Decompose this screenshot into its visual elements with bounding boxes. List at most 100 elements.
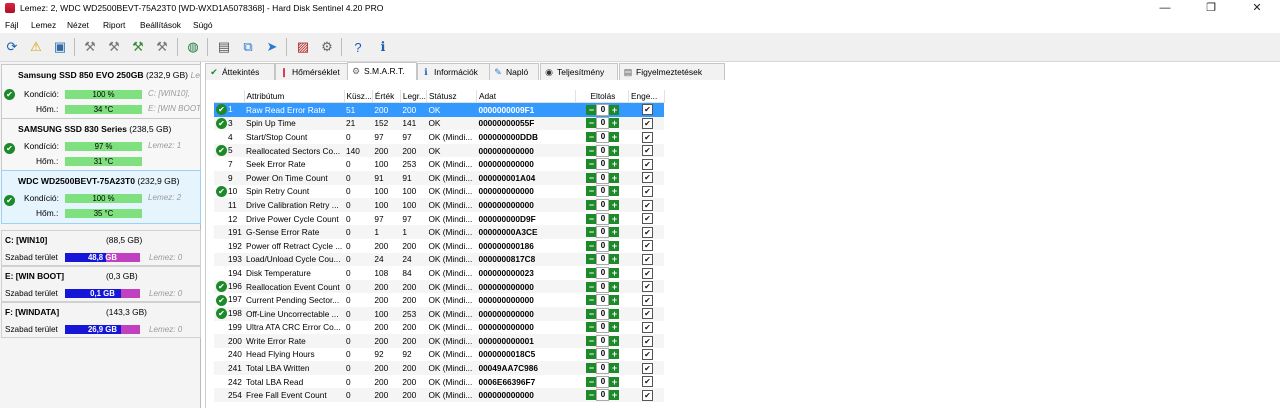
column-header[interactable]: Státusz bbox=[426, 90, 477, 103]
table-row[interactable]: 12 Drive Power Cycle Count 0 97 97 OK (Mindi.… bbox=[214, 212, 664, 226]
table-row[interactable]: ✔ 10 Spin Retry Count 0 100 100 OK (Mindi... 00… bbox=[214, 185, 664, 199]
offset-field[interactable]: 0 bbox=[596, 266, 610, 279]
offset-field[interactable]: 0 bbox=[596, 375, 610, 388]
decrease-offset-button[interactable]: − bbox=[586, 159, 597, 170]
increase-offset-button[interactable]: + bbox=[609, 308, 620, 319]
offset-field[interactable]: 0 bbox=[596, 226, 610, 239]
volume-item-f[interactable]: F: [WINDATA] (143,3 GB) Szabad terület 2… bbox=[1, 302, 201, 338]
column-header[interactable]: Enge... bbox=[628, 90, 665, 103]
enabled-checkbox[interactable]: ✔ bbox=[641, 321, 653, 333]
table-row[interactable]: ✔ 5 Reallocated Sectors Co... 140 200 200 OK 00… bbox=[214, 143, 665, 158]
increase-offset-button[interactable]: + bbox=[609, 322, 620, 333]
enabled-checkbox[interactable]: ✔ bbox=[641, 253, 653, 265]
table-row[interactable]: ✔ 1 Raw Read Error Rate 51 200 200 OK 000000000… bbox=[214, 102, 665, 117]
disk-test-icon-2[interactable]: ⚒ bbox=[105, 38, 123, 56]
offset-field[interactable]: 0 bbox=[596, 294, 610, 307]
menu-view[interactable]: Nézet bbox=[67, 20, 89, 30]
menu-settings[interactable]: Beállítások bbox=[140, 20, 181, 30]
table-row[interactable]: 240 Head Flying Hours 0 92 92 OK (Mindi... 000… bbox=[214, 348, 664, 362]
table-row[interactable]: 194 Disk Temperature 0 108 84 OK (Mindi... 000… bbox=[214, 266, 664, 280]
disk-info-icon[interactable]: ▣ bbox=[51, 38, 69, 56]
enabled-checkbox[interactable]: ✔ bbox=[641, 145, 653, 157]
table-row[interactable]: 242 Total LBA Read 0 200 200 OK (Mindi... 0006… bbox=[214, 375, 664, 389]
menu-report[interactable]: Riport bbox=[103, 20, 125, 30]
decrease-offset-button[interactable]: − bbox=[586, 267, 597, 278]
column-header[interactable]: Attribútum bbox=[244, 90, 345, 103]
send-icon[interactable]: ➤ bbox=[263, 38, 281, 56]
enabled-checkbox[interactable]: ✔ bbox=[641, 267, 653, 279]
increase-offset-button[interactable]: + bbox=[609, 145, 620, 156]
help-icon[interactable]: ? bbox=[349, 38, 367, 56]
decrease-offset-button[interactable]: − bbox=[586, 172, 597, 183]
offset-field[interactable]: 0 bbox=[596, 348, 610, 361]
offset-field[interactable]: 0 bbox=[596, 185, 610, 198]
table-row[interactable]: 200 Write Error Rate 0 200 200 OK (Mindi... 00… bbox=[214, 334, 665, 348]
disk-item-0[interactable]: Samsung SSD 850 EVO 250GB (232,9 GB) Le … bbox=[1, 64, 201, 120]
table-row[interactable]: 241 Total LBA Written 0 200 200 OK (Mindi... 0… bbox=[214, 361, 665, 375]
table-row[interactable]: 192 Power off Retract Cycle ... 0 200 200 OK … bbox=[214, 239, 664, 253]
table-row[interactable]: 9 Power On Time Count 0 91 91 OK (Mindi... 000… bbox=[214, 170, 665, 185]
offset-field[interactable]: 0 bbox=[596, 362, 610, 375]
increase-offset-button[interactable]: + bbox=[609, 186, 620, 197]
enabled-checkbox[interactable]: ✔ bbox=[641, 335, 653, 347]
settings-icon[interactable]: ⚙ bbox=[318, 38, 336, 56]
table-row[interactable]: ✔ 198 Off-Line Uncorrectable ... 0 100 253 OK … bbox=[214, 306, 665, 321]
web-update-icon[interactable]: ◍ bbox=[184, 38, 202, 56]
maximize-button[interactable]: ❐ bbox=[1188, 0, 1234, 17]
table-row[interactable]: 191 G-Sense Error Rate 0 1 1 OK (Mindi... 0000… bbox=[214, 225, 665, 239]
offset-field[interactable]: 0 bbox=[596, 321, 610, 334]
decrease-offset-button[interactable]: − bbox=[586, 213, 597, 224]
enabled-checkbox[interactable]: ✔ bbox=[641, 281, 653, 293]
increase-offset-button[interactable]: + bbox=[609, 349, 620, 360]
decrease-offset-button[interactable]: − bbox=[586, 104, 597, 115]
decrease-offset-button[interactable]: − bbox=[586, 131, 597, 142]
tab-alerts[interactable]: ▤ Figyelmeztetések bbox=[619, 63, 725, 80]
decrease-offset-button[interactable]: − bbox=[586, 145, 597, 156]
enabled-checkbox[interactable]: ✔ bbox=[641, 199, 653, 211]
increase-offset-button[interactable]: + bbox=[609, 172, 620, 183]
enabled-checkbox[interactable]: ✔ bbox=[641, 294, 653, 306]
tab-performance[interactable]: ◉ Teljesítmény bbox=[540, 63, 618, 80]
table-row[interactable]: 254 Free Fall Event Count 0 200 200 OK (Mindi… bbox=[214, 388, 665, 403]
copy-icon[interactable]: ⧉ bbox=[239, 38, 257, 56]
menu-file[interactable]: Fájl bbox=[5, 20, 19, 30]
decrease-offset-button[interactable]: − bbox=[586, 199, 597, 210]
info-icon[interactable]: ℹ bbox=[374, 38, 392, 56]
table-row[interactable]: ✔ 196 Reallocation Event Count 0 200 200 OK (M… bbox=[214, 279, 665, 294]
decrease-offset-button[interactable]: − bbox=[586, 349, 597, 360]
offset-field[interactable]: 0 bbox=[596, 117, 610, 130]
increase-offset-button[interactable]: + bbox=[609, 240, 620, 251]
enabled-checkbox[interactable]: ✔ bbox=[641, 240, 653, 252]
enabled-checkbox[interactable]: ✔ bbox=[641, 362, 653, 374]
increase-offset-button[interactable]: + bbox=[609, 227, 620, 238]
increase-offset-button[interactable]: + bbox=[609, 213, 620, 224]
offset-field[interactable]: 0 bbox=[596, 103, 610, 116]
refresh-icon[interactable]: ⟳ bbox=[3, 38, 21, 56]
column-header[interactable]: Eltolás bbox=[575, 90, 629, 103]
enabled-checkbox[interactable]: ✔ bbox=[641, 308, 653, 320]
increase-offset-button[interactable]: + bbox=[609, 376, 620, 387]
enabled-checkbox[interactable]: ✔ bbox=[641, 376, 653, 388]
decrease-offset-button[interactable]: − bbox=[586, 363, 597, 374]
offset-field[interactable]: 0 bbox=[596, 212, 610, 225]
table-row[interactable]: ✔ 197 Current Pending Sector... 0 200 200 OK (… bbox=[214, 293, 664, 307]
decrease-offset-button[interactable]: − bbox=[586, 186, 597, 197]
increase-offset-button[interactable]: + bbox=[609, 295, 620, 306]
offset-field[interactable]: 0 bbox=[596, 389, 610, 402]
tab-log[interactable]: ✎ Napló bbox=[489, 63, 539, 80]
disk-test-icon-4[interactable]: ⚒ bbox=[153, 38, 171, 56]
enabled-checkbox[interactable]: ✔ bbox=[641, 389, 653, 401]
table-row[interactable]: 7 Seek Error Rate 0 100 253 OK (Mindi... 00000… bbox=[214, 157, 664, 171]
decrease-offset-button[interactable]: − bbox=[586, 240, 597, 251]
menu-disk[interactable]: Lemez bbox=[31, 20, 56, 30]
increase-offset-button[interactable]: + bbox=[609, 281, 620, 292]
offset-field[interactable]: 0 bbox=[596, 144, 610, 157]
tab-information[interactable]: ℹ Információk bbox=[417, 63, 492, 80]
column-header-icon[interactable] bbox=[214, 90, 245, 103]
increase-offset-button[interactable]: + bbox=[609, 390, 620, 401]
decrease-offset-button[interactable]: − bbox=[586, 376, 597, 387]
increase-offset-button[interactable]: + bbox=[609, 104, 620, 115]
decrease-offset-button[interactable]: − bbox=[586, 295, 597, 306]
tab-overview[interactable]: ✔ Áttekintés bbox=[205, 63, 275, 80]
offset-field[interactable]: 0 bbox=[596, 198, 610, 211]
